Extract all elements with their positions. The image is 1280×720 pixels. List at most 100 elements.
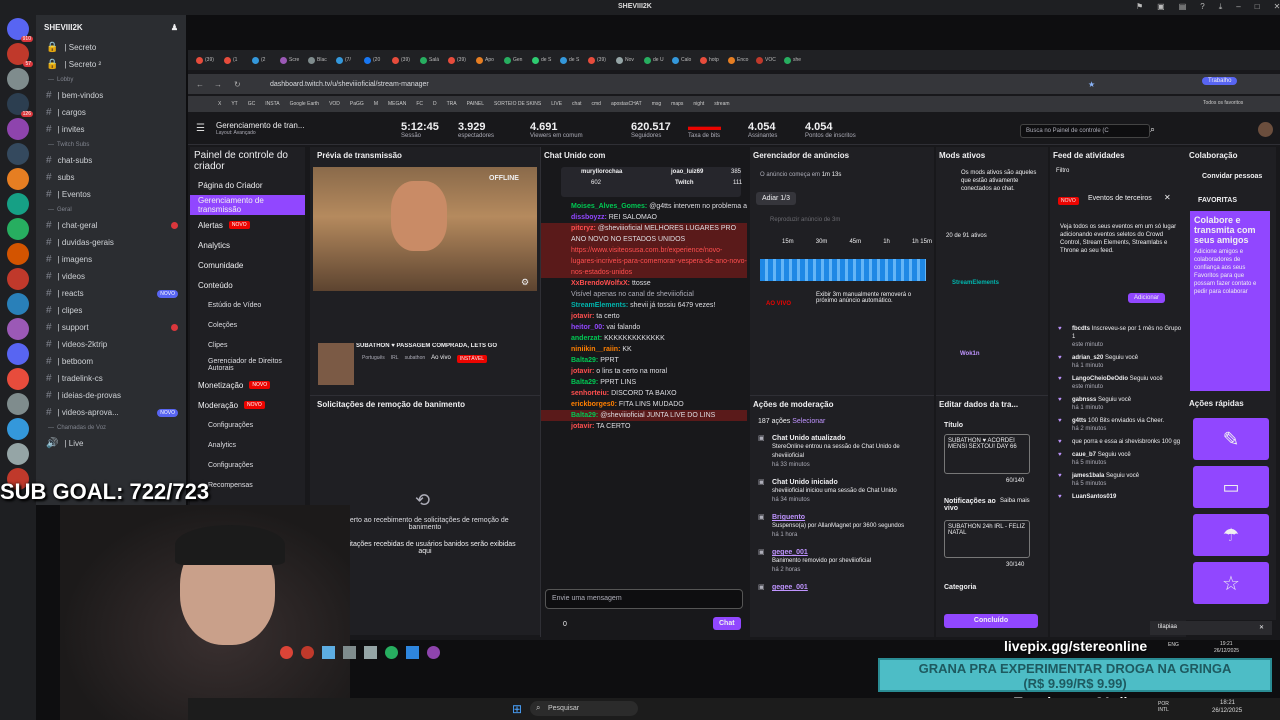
- chat-username[interactable]: Balta29:: [571, 412, 598, 419]
- nav-item[interactable]: Gerenciamento de transmissão: [190, 195, 305, 215]
- browser-tab[interactable]: de U: [644, 53, 670, 67]
- chat-message[interactable]: senhorteiu: DISCORD TA BAIXO: [541, 388, 747, 399]
- server-icon[interactable]: [7, 143, 29, 165]
- taskbar-search[interactable]: ⌕ Pesquisar: [530, 701, 638, 716]
- select-link[interactable]: Selecionar: [792, 418, 825, 425]
- notif-input[interactable]: SUBATHON 24h IRL - FELIZ NATAL: [944, 520, 1030, 558]
- chat-username[interactable]: pitcryz:: [571, 225, 596, 232]
- chat-username[interactable]: heitor_00:: [571, 324, 604, 331]
- server-icon[interactable]: [7, 193, 29, 215]
- avatar[interactable]: [1258, 122, 1273, 137]
- channel-points[interactable]: 0: [563, 621, 567, 628]
- dashboard-search[interactable]: Busca no Painel de controle (C: [1020, 124, 1150, 138]
- chat-username[interactable]: erickborges0:: [571, 401, 617, 408]
- browser-tab[interactable]: (39): [196, 53, 222, 67]
- bookmark-item[interactable]: cmd: [592, 101, 601, 107]
- chat-username[interactable]: StreamElements:: [571, 302, 628, 309]
- download-icon[interactable]: ⤓: [1219, 2, 1223, 12]
- chat-message[interactable]: Visível apenas no canal de sheviiioficia…: [541, 289, 747, 300]
- profile-button[interactable]: Trabalho: [1202, 77, 1238, 85]
- back-icon[interactable]: ←: [196, 80, 204, 89]
- activity-event[interactable]: ♥ fbcdts Inscreveu-se por 1 mês no Grupo …: [1058, 325, 1182, 349]
- chat-username[interactable]: niniikin__raiin:: [571, 346, 620, 353]
- channel-item[interactable]: # | duvidas-gerais: [36, 234, 186, 251]
- filter-link[interactable]: Filtro: [1056, 168, 1069, 174]
- windows-start-icon[interactable]: ⊞: [512, 702, 522, 716]
- browser-tab[interactable]: Apo: [476, 53, 502, 67]
- channel-item[interactable]: # | imagens: [36, 251, 186, 268]
- nav-item[interactable]: Comunidade: [190, 255, 305, 275]
- reload-icon[interactable]: ↻: [234, 80, 241, 89]
- bookmark-item[interactable]: TRA: [447, 101, 457, 107]
- chat-username[interactable]: jotavir:: [571, 368, 594, 375]
- nav-item[interactable]: Alertas NOVO: [190, 215, 305, 235]
- browser-tab[interactable]: (2: [252, 53, 278, 67]
- title-input[interactable]: SUBATHON ♥ ACORDEI MENSI SEXTOU! DAY 66: [944, 434, 1030, 474]
- chat-message[interactable]: https://www.visiteosusa.com.br/experienc…: [541, 245, 747, 278]
- close-icon[interactable]: ✕: [1164, 193, 1171, 202]
- chat-username[interactable]: dissboyzz:: [571, 214, 607, 221]
- bookmark-item[interactable]: SORTEIO DE SKINS: [494, 101, 541, 107]
- chat-send-button[interactable]: Chat: [713, 617, 741, 630]
- nav-item[interactable]: Clipes: [190, 335, 305, 355]
- nav-item[interactable]: Configurações: [190, 455, 305, 475]
- server-icon[interactable]: [7, 393, 29, 415]
- mod-user[interactable]: Wok1n: [960, 351, 980, 357]
- raid-action-button[interactable]: ☂: [1193, 514, 1269, 556]
- browser-tab[interactable]: (39): [588, 53, 614, 67]
- screen-icon[interactable]: ▣: [1157, 2, 1165, 12]
- nav-item[interactable]: Conteúdo: [190, 275, 305, 295]
- event-user[interactable]: gabnsss: [1072, 397, 1096, 403]
- chat-message[interactable]: jotavir: o lins ta certo na moral: [541, 366, 747, 377]
- activity-event[interactable]: ♥ LangoCheioDeOdio Seguiu você este minuto: [1058, 375, 1182, 391]
- header-title[interactable]: Gerenciamento de tran...: [216, 121, 305, 130]
- chat-message[interactable]: Moises_Alves_Gomes: @g4tts intervem no p…: [541, 201, 747, 212]
- mod-action-item[interactable]: ▣ gegee_001 Banimento removido por sheviii…: [758, 548, 928, 575]
- server-icon[interactable]: [7, 443, 29, 465]
- mod-action-item[interactable]: ▣ Chat Unido iniciado sheviiioficial inici…: [758, 478, 928, 505]
- app-icon[interactable]: [343, 645, 356, 659]
- bookmark-item[interactable]: PAINEL: [467, 101, 484, 107]
- channel-item[interactable]: # | chat-geral: [36, 217, 186, 234]
- bookmark-item[interactable]: stream: [714, 101, 729, 107]
- minimize-icon[interactable]: –: [1236, 2, 1240, 12]
- channel-item[interactable]: 🔒 | Secreto: [36, 39, 186, 56]
- bookmark-item[interactable]: night: [693, 101, 704, 107]
- search-icon[interactable]: ⌕: [1150, 124, 1155, 135]
- nav-item[interactable]: Estúdio de Vídeo: [190, 295, 305, 315]
- bookmark-item[interactable]: YT: [231, 101, 237, 107]
- channel-item[interactable]: # | cargos: [36, 104, 186, 121]
- bookmark-star-icon[interactable]: ★: [1088, 80, 1095, 89]
- edit-action-button[interactable]: ✎: [1193, 418, 1269, 460]
- notif-learn-more[interactable]: Saiba mais: [1000, 498, 1030, 504]
- chat-message[interactable]: StreamElements: shevii já tossiu 6479 ve…: [541, 300, 747, 311]
- channel-item[interactable]: # subs: [36, 169, 186, 186]
- close-icon[interactable]: ✕: [1274, 2, 1280, 12]
- menu-icon[interactable]: ☰: [196, 123, 205, 134]
- server-icon[interactable]: [7, 293, 29, 315]
- chat-username[interactable]: Balta29:: [571, 357, 598, 364]
- server-icon[interactable]: [7, 218, 29, 240]
- all-favorites[interactable]: Todos os favoritos: [1203, 100, 1243, 106]
- bookmark-item[interactable]: LIVE: [551, 101, 562, 107]
- category-twitch-subs[interactable]: — Twitch Subs: [36, 138, 186, 152]
- url-field[interactable]: dashboard.twitch.tv/u/sheviiioficial/str…: [270, 81, 429, 88]
- discord-icon[interactable]: [427, 645, 440, 659]
- bookmark-item[interactable]: Google Earth: [290, 101, 319, 107]
- bookmark-item[interactable]: chat: [572, 101, 581, 107]
- chat-username[interactable]: Moises_Alves_Gomes:: [571, 203, 647, 210]
- channel-item[interactable]: # | videos-2ktrip: [36, 336, 186, 353]
- server-icon[interactable]: 910: [7, 18, 33, 42]
- chat-message[interactable]: niniikin__raiin: KK: [541, 344, 747, 355]
- browser-tab[interactable]: de S: [560, 53, 586, 67]
- server-icon[interactable]: 57: [7, 43, 33, 67]
- tag[interactable]: IRL: [391, 355, 399, 363]
- stream-preview-video[interactable]: OFFLINE ⚙: [313, 167, 537, 291]
- add-events-button[interactable]: Adicionar: [1128, 293, 1166, 303]
- event-user[interactable]: adrian_s20: [1072, 355, 1103, 361]
- server-icon[interactable]: [7, 343, 29, 365]
- maximize-icon[interactable]: □: [1255, 2, 1260, 12]
- app-icon[interactable]: [364, 645, 377, 659]
- server-icon[interactable]: [7, 243, 29, 265]
- bookmark-item[interactable]: msg: [652, 101, 661, 107]
